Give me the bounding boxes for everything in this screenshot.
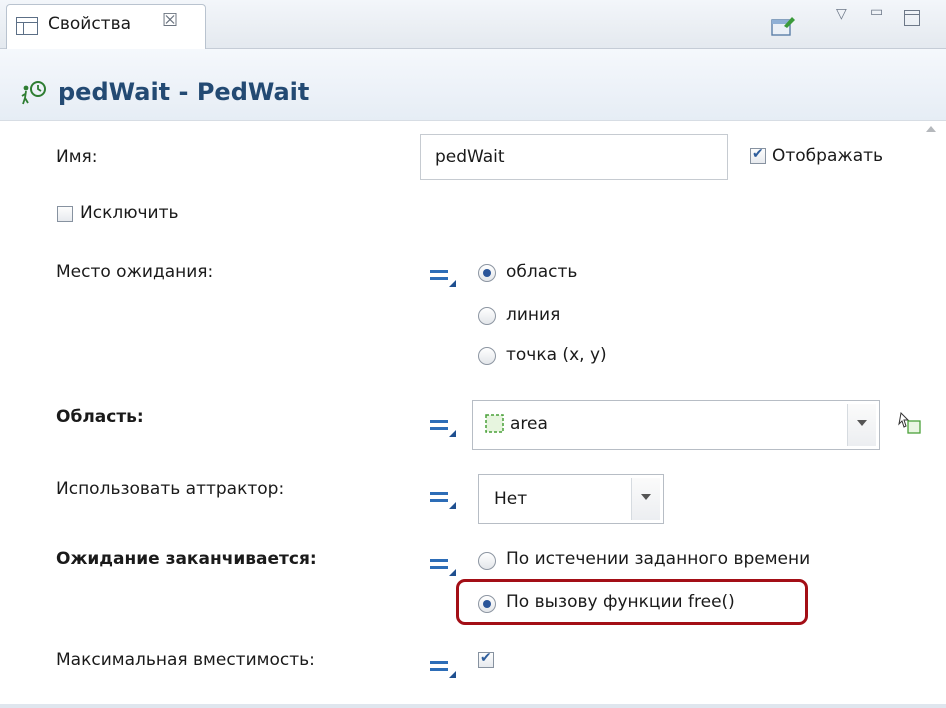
dynamic-value-icon[interactable] (430, 657, 456, 678)
max-capacity-checkbox[interactable] (478, 650, 494, 668)
wait-place-label: Место ожидания: (56, 262, 214, 282)
name-label: Имя: (56, 147, 98, 167)
page-title: pedWait - PedWait (58, 78, 310, 106)
wait-ends-radio-free[interactable] (478, 595, 496, 613)
wait-place-option-line: линия (506, 305, 561, 325)
wait-ends-option-free: По вызову функции free() (506, 592, 735, 612)
wait-ends-option-timeout: По истечении заданного времени (506, 549, 811, 569)
pedestrian-wait-icon (21, 81, 46, 105)
wait-place-radio-line[interactable] (478, 307, 496, 325)
attractor-label: Использовать аттрактор: (56, 479, 285, 499)
maximize-icon[interactable] (904, 10, 920, 26)
show-label: Отображать (772, 146, 884, 166)
wait-place-radio-point[interactable] (478, 347, 496, 365)
area-value: area (510, 414, 548, 434)
wait-ends-radio-timeout[interactable] (478, 552, 496, 570)
dynamic-value-icon[interactable] (430, 416, 456, 437)
wait-place-option-area: область (506, 262, 578, 282)
pin-view-icon[interactable] (770, 14, 796, 38)
exclude-label: Исключить (80, 203, 179, 223)
exclude-checkbox[interactable] (57, 206, 73, 222)
properties-icon (16, 17, 38, 35)
tab-properties-label: Свойства (48, 14, 132, 34)
select-on-canvas-icon[interactable] (898, 411, 922, 437)
chevron-down-icon[interactable] (631, 478, 660, 520)
show-checkbox[interactable] (750, 146, 766, 164)
area-shape-icon (485, 414, 504, 433)
minimize-icon[interactable]: ▭ (870, 4, 883, 20)
wait-ends-label: Ожидание заканчивается: (56, 549, 317, 569)
panel-bottom-border (0, 704, 946, 708)
attractor-value: Нет (494, 489, 528, 509)
dynamic-value-icon[interactable] (430, 266, 456, 287)
view-menu-icon[interactable]: ▽ (836, 6, 847, 22)
dynamic-value-icon[interactable] (430, 488, 456, 509)
max-capacity-label: Максимальная вместимость: (56, 650, 315, 670)
wait-place-option-point: точка (x, y) (506, 345, 607, 365)
area-label: Область: (56, 407, 144, 427)
scroll-up-arrow[interactable] (926, 126, 936, 132)
close-icon[interactable]: ☒ (162, 10, 178, 31)
name-input[interactable]: pedWait (420, 134, 728, 180)
dynamic-value-icon[interactable] (430, 555, 456, 576)
chevron-down-icon[interactable] (847, 404, 876, 446)
wait-place-radio-area[interactable] (478, 264, 496, 282)
